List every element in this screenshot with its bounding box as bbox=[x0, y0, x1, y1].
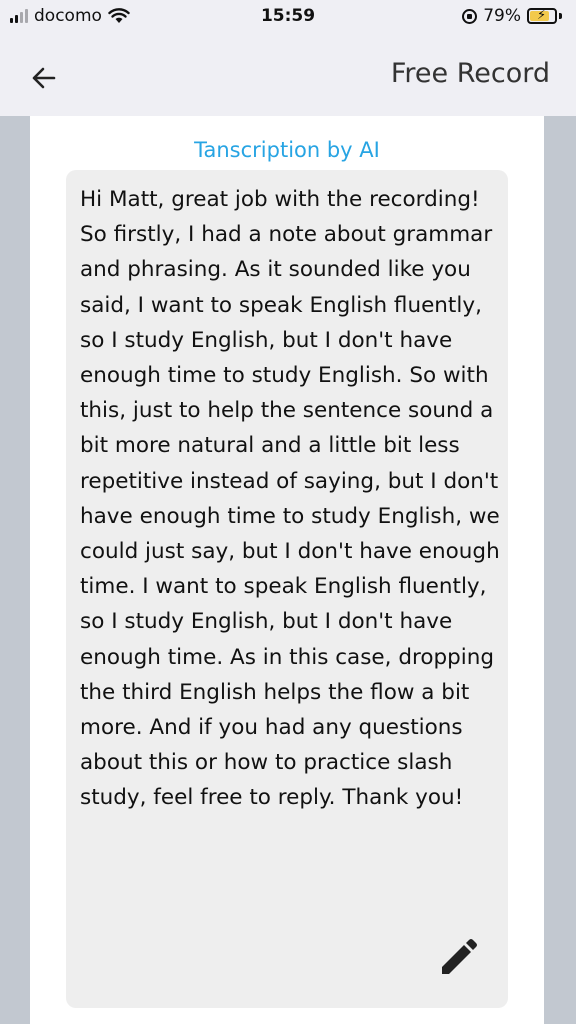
status-right: 79% ⚡ bbox=[462, 6, 562, 26]
battery-charging-icon: ⚡ bbox=[527, 8, 557, 24]
page-title: Free Record bbox=[390, 58, 550, 89]
transcript-text: Hi Matt, great job with the recording! S… bbox=[80, 187, 500, 811]
transcript-box: Hi Matt, great job with the recording! S… bbox=[66, 170, 508, 1008]
transcription-heading: Tanscription by AI bbox=[194, 138, 380, 162]
back-button[interactable] bbox=[24, 58, 64, 98]
edit-button[interactable] bbox=[436, 936, 480, 980]
battery-percent: 79% bbox=[483, 6, 521, 26]
nav-bar: Free Record bbox=[0, 36, 576, 116]
status-bar: docomo 15:59 79% ⚡ bbox=[0, 0, 576, 36]
bolt-icon: ⚡ bbox=[537, 8, 547, 23]
orientation-lock-icon bbox=[462, 8, 478, 24]
pencil-icon bbox=[442, 939, 477, 974]
transcription-card: Tanscription by AI Hi Matt, great job wi… bbox=[30, 116, 544, 1024]
arrow-left-icon bbox=[32, 67, 56, 89]
battery-tip bbox=[559, 13, 562, 19]
